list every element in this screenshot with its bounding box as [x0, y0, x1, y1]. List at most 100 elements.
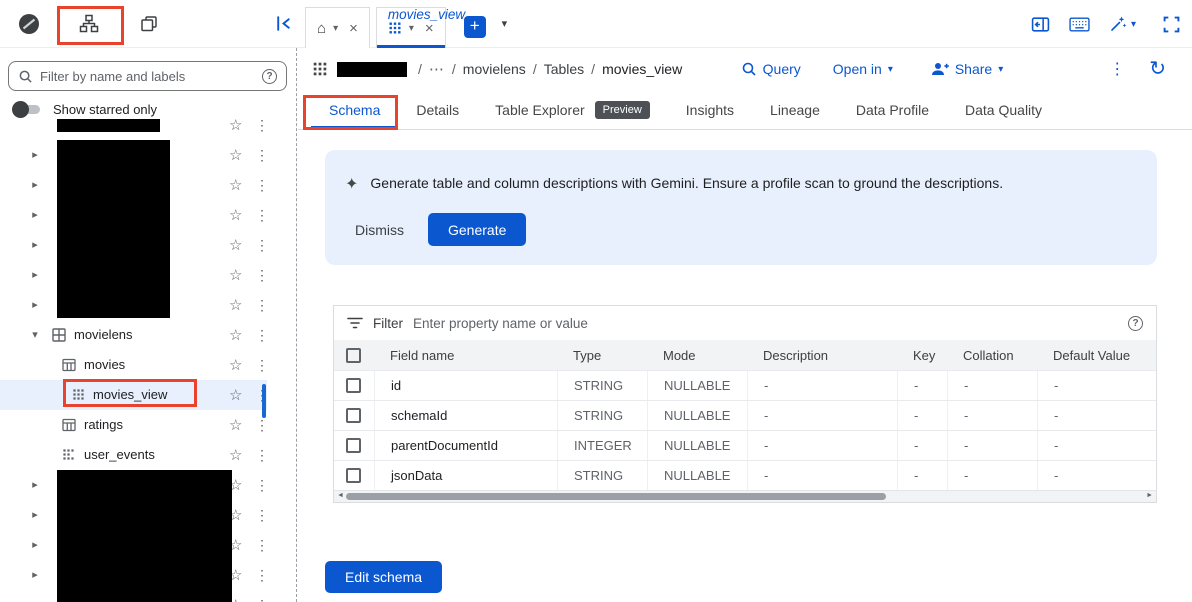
explorer-tree-icon[interactable]	[68, 0, 110, 48]
share-button[interactable]: Share ▾	[931, 61, 1003, 77]
tree-row-movies[interactable]: movies ☆ ⋮	[0, 350, 296, 380]
collapse-sidebar-icon[interactable]	[274, 14, 293, 33]
tab-close-icon[interactable]: ×	[425, 20, 434, 37]
fullscreen-icon[interactable]	[1163, 16, 1180, 33]
expand-arrow-icon[interactable]: ▸	[28, 568, 42, 581]
expand-arrow-icon[interactable]: ▸	[28, 148, 42, 161]
edit-schema-button[interactable]: Edit schema	[325, 561, 442, 593]
tree-scrollbar-thumb[interactable]	[262, 384, 266, 418]
keyboard-icon[interactable]	[1069, 17, 1090, 32]
tab-insights[interactable]: Insights	[668, 90, 752, 129]
kebab-menu-icon[interactable]: ⋮	[255, 237, 269, 254]
collapse-arrow-icon[interactable]: ▾	[28, 328, 42, 341]
kebab-menu-icon[interactable]: ⋮	[255, 327, 269, 344]
row-checkbox[interactable]	[346, 438, 361, 453]
table-row: schemaId STRING NULLABLE - - - -	[334, 400, 1156, 430]
expand-arrow-icon[interactable]: ▸	[28, 268, 42, 281]
more-actions-kebab-icon[interactable]: ⋮	[1109, 59, 1125, 79]
tab-details[interactable]: Details	[398, 90, 477, 129]
star-icon[interactable]: ☆	[229, 176, 242, 194]
kebab-menu-icon[interactable]: ⋮	[255, 267, 269, 284]
kebab-menu-icon[interactable]: ⋮	[255, 297, 269, 314]
kebab-menu-icon[interactable]: ⋮	[255, 567, 269, 584]
select-all-checkbox[interactable]	[346, 348, 361, 363]
star-icon[interactable]: ☆	[229, 446, 242, 464]
tab-list-caret-icon[interactable]: ▾	[502, 17, 508, 30]
horizontal-scrollbar[interactable]: ◄ ►	[334, 490, 1156, 502]
star-icon[interactable]: ☆	[229, 236, 242, 254]
tab-caret-icon[interactable]: ▾	[333, 23, 338, 34]
star-icon[interactable]: ☆	[229, 386, 242, 404]
refresh-icon[interactable]: ↻	[1149, 59, 1166, 79]
cell-mode: NULLABLE	[647, 431, 747, 460]
kebab-menu-icon[interactable]: ⋮	[255, 477, 269, 494]
cell-default-value: -	[1037, 461, 1156, 490]
star-icon[interactable]: ☆	[229, 206, 242, 224]
kebab-menu-icon[interactable]: ⋮	[255, 417, 269, 434]
query-button[interactable]: Query	[741, 61, 801, 77]
star-icon[interactable]: ☆	[229, 146, 242, 164]
compass-icon[interactable]	[8, 0, 50, 48]
breadcrumb-overflow-button[interactable]: ⋯	[429, 60, 445, 78]
kebab-menu-icon[interactable]: ⋮	[255, 597, 269, 602]
scrollbar-thumb[interactable]	[346, 493, 886, 500]
kebab-menu-icon[interactable]: ⋮	[255, 117, 269, 134]
tab-data-profile[interactable]: Data Profile	[838, 90, 947, 129]
expand-arrow-icon[interactable]: ▸	[28, 208, 42, 221]
tab-lineage[interactable]: Lineage	[752, 90, 838, 129]
tree-row-movies-view[interactable]: movies_view ☆ ⋮	[0, 380, 267, 410]
kebab-menu-icon[interactable]: ⋮	[255, 177, 269, 194]
kebab-menu-icon[interactable]: ⋮	[255, 507, 269, 524]
tab-data-quality[interactable]: Data Quality	[947, 90, 1060, 129]
tab-table-explorer[interactable]: Table Explorer Preview	[477, 90, 668, 129]
star-icon[interactable]: ☆	[229, 266, 242, 284]
search-help-icon[interactable]: ?	[262, 69, 277, 84]
scroll-left-icon[interactable]: ◄	[337, 492, 344, 499]
tab-caret-icon[interactable]: ▾	[409, 23, 414, 34]
expand-arrow-icon[interactable]: ▸	[28, 478, 42, 491]
dismiss-button[interactable]: Dismiss	[345, 214, 414, 246]
wand-caret-icon[interactable]: ▾	[1131, 19, 1136, 30]
kebab-menu-icon[interactable]: ⋮	[255, 357, 269, 374]
dock-panel-icon[interactable]	[1031, 15, 1050, 34]
overlapping-windows-icon[interactable]	[128, 0, 170, 48]
generate-button[interactable]: Generate	[428, 213, 526, 246]
tab-home[interactable]: ⌂ ▾ ×	[305, 7, 370, 48]
collapse-arrow-icon[interactable]: ▾	[28, 598, 42, 602]
star-icon[interactable]: ☆	[229, 296, 242, 314]
tab-movies-view[interactable]: movies_view ▾ ×	[376, 7, 446, 48]
new-tab-button[interactable]: +	[464, 16, 486, 38]
tree-row-movielens[interactable]: ▾ movielens ☆ ⋮	[0, 320, 296, 350]
open-in-button[interactable]: Open in ▾	[833, 61, 893, 77]
scroll-right-icon[interactable]: ►	[1146, 492, 1153, 499]
explorer-sidebar: ? Show starred only ☆ ⋮ ▸☆⋮ ▸☆⋮ ▸☆⋮ ▸☆⋮ …	[0, 48, 297, 602]
breadcrumb-item-dataset[interactable]: movielens	[463, 61, 526, 77]
kebab-menu-icon[interactable]: ⋮	[255, 537, 269, 554]
expand-arrow-icon[interactable]: ▸	[28, 538, 42, 551]
kebab-menu-icon[interactable]: ⋮	[255, 207, 269, 224]
row-checkbox[interactable]	[346, 378, 361, 393]
expand-arrow-icon[interactable]: ▸	[28, 508, 42, 521]
tab-schema[interactable]: Schema	[311, 90, 398, 129]
expand-arrow-icon[interactable]: ▸	[28, 238, 42, 251]
tree-row-user-events[interactable]: user_events ☆ ⋮	[0, 440, 296, 470]
star-icon[interactable]: ☆	[229, 356, 242, 374]
kebab-menu-icon[interactable]: ⋮	[255, 147, 269, 164]
star-icon[interactable]: ☆	[229, 416, 242, 434]
sidebar-search-input[interactable]	[40, 69, 255, 84]
star-icon[interactable]: ☆	[229, 326, 242, 344]
filter-input[interactable]	[413, 316, 1118, 331]
star-icon[interactable]: ☆	[229, 116, 242, 134]
filter-help-icon[interactable]: ?	[1128, 316, 1143, 331]
dataset-icon	[52, 328, 66, 342]
tree-row-redacted[interactable]: ☆ ⋮	[0, 115, 296, 140]
row-checkbox[interactable]	[346, 408, 361, 423]
row-checkbox[interactable]	[346, 468, 361, 483]
magic-wand-icon[interactable]: ▾	[1109, 15, 1136, 33]
expand-arrow-icon[interactable]: ▸	[28, 178, 42, 191]
kebab-menu-icon[interactable]: ⋮	[255, 447, 269, 464]
breadcrumb-item-tables[interactable]: Tables	[544, 61, 584, 77]
tree-row-ratings[interactable]: ratings ☆ ⋮	[0, 410, 296, 440]
expand-arrow-icon[interactable]: ▸	[28, 298, 42, 311]
tab-close-icon[interactable]: ×	[349, 20, 358, 37]
